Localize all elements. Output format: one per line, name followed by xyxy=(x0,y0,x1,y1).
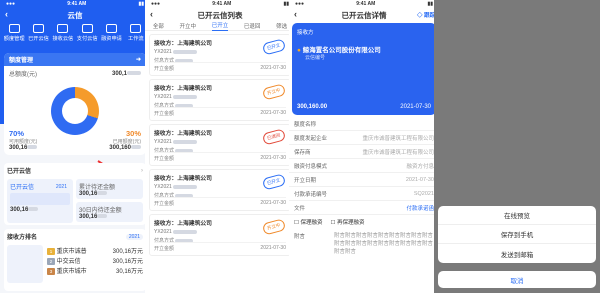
list-item[interactable]: 接收方：上海建筑公司 YX2021 付息方式 开立中 开立金额 2021-07-3… xyxy=(149,214,291,256)
list-item[interactable]: 接收方：上海建筑公司 YX2021 付息方式 已开立 开立金额 2021-07-3… xyxy=(149,34,291,76)
phone-list: ●●● 9:41 AM ▮▮ ‹ 已开云信列表 全部 开立中 已开立 已退回 筛选 接… xyxy=(145,0,295,293)
detail-field: 额度发起企业 重庆市诚普建筑工程有限公司 xyxy=(289,131,439,145)
status-bar: ●●● 9:41 AM ▮▮ xyxy=(6,1,144,7)
finance-checks: ☐ 保理融资 ☐ 再保理融资 xyxy=(289,215,439,229)
finance-icon xyxy=(105,24,117,33)
back-icon[interactable]: ‹ xyxy=(150,9,153,19)
back-icon[interactable]: ‹ xyxy=(294,9,297,19)
detail-fields: 额度名称 额度发起企业 重庆市诚普建筑工程有限公司 保存商 重庆市诚普建筑工程有限公司融… xyxy=(289,117,439,215)
preview-option[interactable]: 在线预览 xyxy=(438,206,596,225)
shortcut-quota[interactable]: 额度管理 xyxy=(2,24,26,42)
phone-action-sheet: 在线预览 保存到手机 发送到邮箱 取消 xyxy=(434,0,600,293)
company-icon: ● xyxy=(297,47,301,54)
detail-field: 融资付息模式 融资方付息 xyxy=(289,159,439,173)
tab-opened[interactable]: 已开立 xyxy=(211,21,229,31)
tab-bar: 全部 开立中 已开立 已退回 筛选 xyxy=(145,21,295,31)
receiver-ranking: 接收方排名 2021 1 重庆市诚普 300,16万元 2 中交云信 300,16万元… xyxy=(4,229,146,291)
detail-field: 额度名称 xyxy=(289,117,439,131)
cancel-button[interactable]: 取消 xyxy=(438,271,596,288)
list-item[interactable]: 接收方：上海建筑公司 YX2021 付息方式 已退回 开立金额 2021-07-3… xyxy=(149,124,291,166)
issued-section: 已开云信 › 已开云信 2021 300,16 累计待还金额 300,16 30日内待… xyxy=(4,163,146,225)
filter-button[interactable]: 筛选 xyxy=(276,22,287,30)
page-title: 云信 xyxy=(67,10,83,20)
chevron-right-icon: › xyxy=(141,167,143,174)
check-factoring[interactable]: ☐ 保理融资 xyxy=(294,218,322,226)
phone-home: ●●● 9:41 AM ▮▮ ‹ 云信 额度管理 已开云信 接收云信 支付云信 融资申… xyxy=(0,0,150,293)
workflow-icon xyxy=(130,24,142,33)
ranking-row[interactable]: 2 中交云信 300,16万元 xyxy=(47,255,143,265)
status-bar: ●●● 9:41 AM ▮▮ xyxy=(295,1,433,7)
check-refactoring[interactable]: ☐ 再保理融资 xyxy=(330,218,364,226)
action-sheet: 在线预览 保存到手机 发送到邮箱 xyxy=(438,206,596,263)
quota-card: 额度管理 ➜ 总额度(元) 300,1 70% 可用额度(元) 300,16 30… xyxy=(4,53,146,155)
pending-total[interactable]: 累计待还金额 300,16 xyxy=(76,179,143,199)
issued-list: 接收方：上海建筑公司 YX2021 付息方式 已开立 开立金额 2021-07-3… xyxy=(145,34,295,256)
quota-icon xyxy=(8,24,20,33)
detail-field: 保存商 重庆市诚普建筑工程有限公司 xyxy=(289,145,439,159)
list-item[interactable]: 接收方：上海建筑公司 YX2021 付息方式 已开立 开立金额 2021-07-3… xyxy=(149,169,291,211)
tab-all[interactable]: 全部 xyxy=(153,22,164,30)
arrow-right-icon: ➜ xyxy=(135,57,141,63)
shortcut-pay[interactable]: 支付云信 xyxy=(75,24,99,42)
shortcut-row: 额度管理 已开云信 接收云信 支付云信 融资申请 工作流 xyxy=(0,21,150,45)
quota-total-row: 总额度(元) 300,1 xyxy=(4,66,146,78)
detail-field: 付款承诺编号 SQ2021 xyxy=(289,187,439,201)
page-title: 已开云信列表 xyxy=(197,10,243,20)
pay-icon xyxy=(81,24,93,33)
issued-summary[interactable]: 已开云信 2021 300,16 xyxy=(7,179,73,223)
ranking-row[interactable]: 3 重庆市城市 30,16万元 xyxy=(47,265,143,275)
detail-field: 开立日期 2021-07-30 xyxy=(289,173,439,187)
nav-bar: ‹ 已开云信详情 ◇ 跟踪 xyxy=(289,9,439,21)
tab-returned[interactable]: 已退回 xyxy=(244,22,261,30)
save-option[interactable]: 保存到手机 xyxy=(438,225,596,244)
ranking-illustration xyxy=(7,245,43,283)
track-button[interactable]: ◇ 跟踪 xyxy=(417,11,435,19)
detail-card: 接收方 ● 鲸海置名公司股份有限公司 云信编号 300,160.00 2021-… xyxy=(292,23,436,115)
list-item[interactable]: 接收方：上海建筑公司 YX2021 付息方式 开立中 开立金额 2021-07-3… xyxy=(149,79,291,121)
shortcut-finance[interactable]: 融资申请 xyxy=(99,24,123,42)
shortcut-receive[interactable]: 接收云信 xyxy=(51,24,75,42)
quota-donut-chart xyxy=(51,87,99,135)
pending-30d[interactable]: 30日内待还金额 300,16 xyxy=(76,202,143,222)
receive-icon xyxy=(57,24,69,33)
nav-bar: ‹ 已开云信列表 xyxy=(145,9,295,21)
ranking-row[interactable]: 1 重庆市诚普 300,16万元 xyxy=(47,245,143,255)
quota-card-header[interactable]: 额度管理 ➜ xyxy=(4,53,146,66)
detail-field: 文件 付款承诺函 xyxy=(289,201,439,215)
note-row: 附言 附言附言附言附言附言附言附言附言附言附言附言附言附言附言附言附言附言附言附… xyxy=(294,233,434,255)
shortcut-issued[interactable]: 已开云信 xyxy=(26,24,50,42)
used-block: 70% 可用额度(元) 300,16 xyxy=(9,129,38,151)
phone-detail: ●●● 9:41 AM ▮▮ ‹ 已开云信详情 ◇ 跟踪 接收方 ● 鲸海置名公司股份有… xyxy=(289,0,439,293)
issued-header[interactable]: 已开云信 › xyxy=(7,166,143,176)
remaining-block: 30% 已用额度(元) 300,160 xyxy=(109,129,141,151)
page-title: 已开云信详情 xyxy=(341,10,387,20)
tab-opening[interactable]: 开立中 xyxy=(180,22,197,30)
nav-bar: ‹ 云信 xyxy=(0,9,150,21)
status-bar: ●●● 9:41 AM ▮▮ xyxy=(151,1,289,7)
issued-icon xyxy=(32,24,44,33)
back-icon[interactable]: ‹ xyxy=(5,9,8,19)
email-option[interactable]: 发送到邮箱 xyxy=(438,244,596,263)
issued-illustration xyxy=(10,193,70,205)
